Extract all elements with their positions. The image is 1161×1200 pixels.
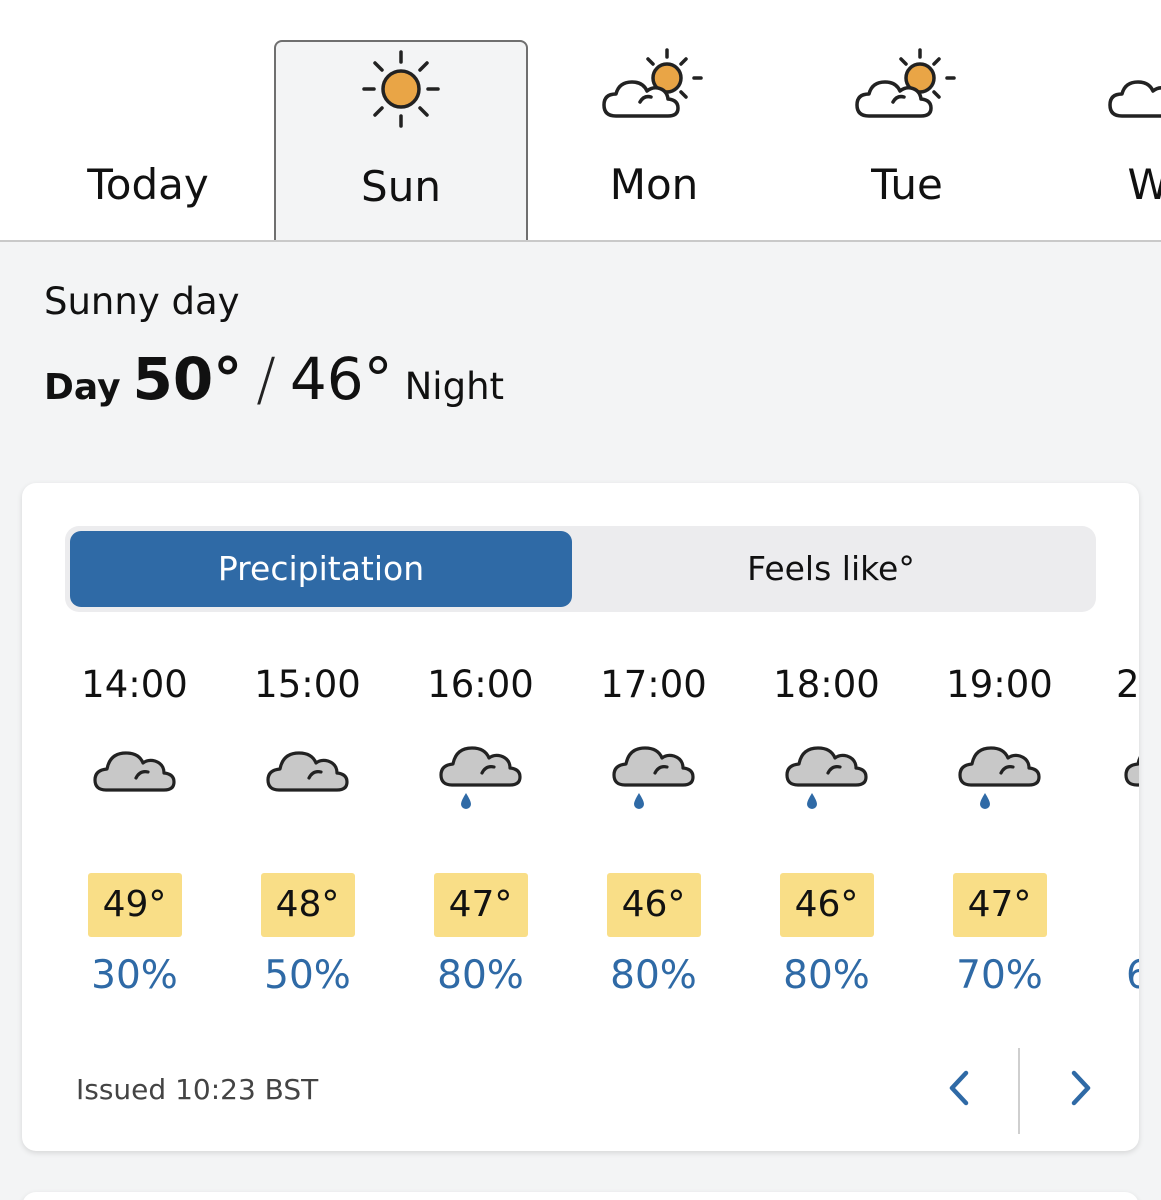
hour-temp-badge: 49° — [87, 873, 182, 937]
hour-item: 2 4 6 — [1086, 663, 1139, 1023]
hourly-forecast-card: Precipitation Feels like° 14:00 49° 30% … — [22, 483, 1139, 1151]
day-tab-today[interactable]: Today — [21, 0, 275, 240]
chevron-right-icon — [1071, 1070, 1091, 1106]
hour-item: 15:00 48° 50% — [221, 663, 394, 1023]
hour-time: 19:00 — [946, 663, 1053, 706]
hour-precip-chance: 80% — [610, 953, 697, 998]
hour-item: 17:00 46° 80% — [567, 663, 740, 1023]
hour-time: 18:00 — [773, 663, 880, 706]
temp-separator: / — [256, 345, 276, 413]
sun-cloud-icon — [855, 48, 956, 118]
precipitation-toggle[interactable]: Precipitation — [70, 531, 572, 607]
day-tab-tue[interactable]: Tue — [780, 0, 1034, 240]
hour-item: 19:00 47° 70% — [913, 663, 1086, 1023]
sun-cloud-icon — [1108, 80, 1161, 118]
sun-cloud-icon — [602, 48, 703, 118]
sun-icon — [362, 50, 440, 128]
hour-item: 14:00 49° 30% — [48, 663, 221, 1023]
hour-temp-badge: 46° — [606, 873, 701, 937]
hour-temp-badge: 47° — [952, 873, 1047, 937]
hour-item: 18:00 46° 80% — [740, 663, 913, 1023]
hour-precip-chance: 80% — [437, 953, 524, 998]
hour-time: 14:00 — [81, 663, 188, 706]
day-tab-label: We — [1033, 160, 1161, 209]
cloud-rain-icon — [784, 746, 868, 809]
day-label: Day — [44, 367, 121, 408]
night-temp: 46° — [289, 345, 393, 413]
weather-description: Sunny day — [44, 280, 240, 323]
hour-precip-chance: 80% — [783, 953, 870, 998]
issued-time: Issued 10:23 BST — [76, 1073, 319, 1106]
day-tab-label: Today — [87, 160, 209, 209]
hour-precip-chance: 70% — [956, 953, 1043, 998]
day-tab-label: Sun — [361, 162, 441, 211]
hour-time: 17:00 — [600, 663, 707, 706]
hour-time: 2 — [1116, 663, 1139, 706]
day-temp: 50° — [132, 345, 243, 413]
day-tabs: Today Sun Mon Tue — [0, 0, 1161, 242]
cloud-icon — [92, 751, 176, 792]
cloud-rain-icon — [957, 746, 1041, 809]
cloud-icon — [265, 751, 349, 792]
previous-button[interactable] — [928, 1063, 988, 1113]
cloud-rain-icon — [611, 746, 695, 809]
day-tab-wed[interactable]: We — [1033, 0, 1161, 240]
cloud-rain-icon — [438, 746, 522, 809]
hour-item: 16:00 47° 80% — [394, 663, 567, 1023]
hour-temp-badge: 47° — [433, 873, 528, 937]
hour-temp-badge: 46° — [779, 873, 874, 937]
chevron-left-icon — [949, 1070, 969, 1106]
next-card — [22, 1192, 1139, 1200]
forecast-mode-toggle: Precipitation Feels like° — [65, 526, 1096, 612]
next-button[interactable] — [1052, 1063, 1112, 1113]
hour-precip-chance: 50% — [264, 953, 351, 998]
hour-time: 16:00 — [427, 663, 534, 706]
day-night-temps: Day 50°/46° Night — [44, 345, 504, 413]
day-tab-sun[interactable]: Sun — [274, 40, 528, 240]
hour-temp-badge: 48° — [260, 873, 355, 937]
night-label: Night — [404, 365, 505, 408]
day-tab-mon[interactable]: Mon — [527, 0, 781, 240]
cloud-icon — [1124, 756, 1139, 787]
hour-precip-chance: 30% — [91, 953, 178, 998]
hourly-list[interactable]: 14:00 49° 30% 15:00 48° 50% 16:00 47° 80… — [22, 663, 1139, 1023]
hour-precip-chance: 6 — [1126, 953, 1139, 998]
day-tab-label: Tue — [871, 160, 943, 209]
day-tab-label: Mon — [609, 160, 699, 209]
nav-divider — [1018, 1048, 1020, 1134]
feels-like-toggle[interactable]: Feels like° — [580, 531, 1082, 607]
hour-time: 15:00 — [254, 663, 361, 706]
